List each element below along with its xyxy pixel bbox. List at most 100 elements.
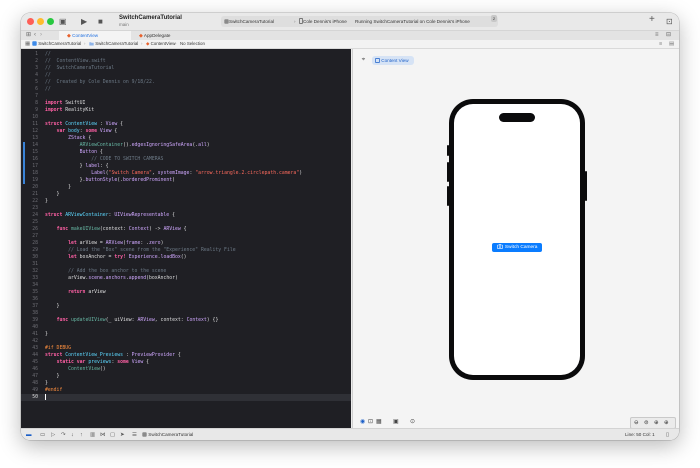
add-editor-icon[interactable]: ⊟	[666, 31, 671, 40]
code-line: 8 import SwiftUI	[35, 101, 86, 106]
code-line: 40	[32, 325, 38, 330]
tab-contentview[interactable]: ◆ ContentView	[59, 31, 131, 40]
canvas-bottom-bar: ◉ ⊡ ▦ ▣ ⊙ ⊖ ⊜ ⊕ ⊕	[353, 417, 679, 429]
project-title: SwitchCameraTutorial	[119, 15, 182, 21]
destination-name[interactable]: Cole Dennis's iPhone	[303, 16, 347, 27]
cursor-position: Line: 50 Col: 1	[625, 432, 655, 437]
split-editor-icon[interactable]: ≡	[655, 31, 659, 40]
step-into-icon[interactable]: ↓	[71, 430, 74, 440]
code-line: 49 #endif	[32, 388, 63, 393]
close-window-button[interactable]	[27, 18, 34, 25]
inspector-icon[interactable]: ▤	[669, 40, 674, 48]
code-line: 27	[32, 234, 38, 239]
swift-file-icon: ◆	[146, 41, 150, 46]
add-icon[interactable]: +	[649, 14, 655, 25]
power-button	[585, 171, 587, 201]
debug-scheme[interactable]: SwitchCameraTutorial	[142, 430, 193, 440]
code-line: 43 #if DEBUG	[32, 346, 71, 351]
code-line: 15 Button {	[21, 149, 351, 156]
branch-name[interactable]: main	[119, 22, 129, 27]
variants-icon[interactable]: ▦	[376, 418, 382, 427]
code-line: 7	[35, 94, 38, 99]
breadcrumb-separator: ›	[84, 41, 86, 46]
selectable-mode-icon[interactable]: ⊡	[368, 418, 373, 427]
code-line: 18 Label("Switch Camera", systemImage: "…	[21, 170, 351, 177]
code-line: 29 // Load the "Box" scene from the "Exp…	[32, 248, 236, 253]
scheme-separator: ›	[294, 19, 296, 24]
code-line: 35 return arView	[32, 290, 106, 295]
app-icon	[142, 431, 147, 437]
breadcrumb-symbol[interactable]: No Selection	[180, 40, 205, 48]
orientation-icon[interactable]: ⊙	[410, 418, 415, 427]
preview-canvas: ⌖ Content View Switch Camera ◉ ⊡ ▦ ▣ ⊙ ⊖…	[352, 49, 679, 429]
toggle-console-icon[interactable]: ▯	[666, 430, 669, 440]
code-line: 14 ARViewContainer().edgesIgnoringSafeAr…	[21, 142, 351, 149]
breakpoints-icon[interactable]: ▭	[40, 430, 45, 440]
scheme-name[interactable]: SwitchCameraTutorial	[229, 16, 274, 27]
breadcrumb-separator: ›	[141, 41, 143, 46]
code-line: 33 arView.scene.anchors.append(boxAnchor…	[32, 276, 178, 281]
tab-label: AppDelegate	[143, 33, 171, 38]
run-button[interactable]: ▶	[81, 16, 87, 27]
code-review-icon[interactable]: ≡	[659, 40, 662, 48]
code-line: 25	[32, 220, 38, 225]
zoom-100-icon[interactable]: ⊕	[654, 418, 659, 428]
current-code-line[interactable]: 50	[21, 394, 351, 401]
code-line: 34	[32, 283, 38, 288]
code-line: 47 }	[32, 374, 60, 379]
memory-graph-icon[interactable]: ⋈	[100, 430, 106, 440]
folder-icon	[89, 41, 94, 45]
zoom-window-button[interactable]	[47, 18, 54, 25]
activity-status-text: Running SwitchCameraTutorial on Cole Den…	[355, 19, 470, 24]
library-icon[interactable]: ⊡	[666, 16, 673, 27]
code-line: 37 }	[32, 304, 60, 309]
code-line: 12 var body: some View {	[32, 129, 118, 134]
breadcrumb-project[interactable]: SwitchCameraTutorial	[32, 40, 81, 48]
sidebar-toggle-icon[interactable]: ▣	[59, 16, 67, 27]
stop-button[interactable]: ■	[98, 16, 103, 27]
code-editor[interactable]: 1// 2// ContentView.swift 3// SwitchCame…	[21, 49, 351, 428]
code-line: 45 static var previews: some View {	[32, 360, 150, 365]
code-line: 36	[32, 297, 38, 302]
live-preview-icon[interactable]: ◉	[360, 418, 365, 427]
swift-file-icon: ◆	[67, 33, 71, 39]
zoom-in-icon[interactable]: ⊕	[664, 418, 669, 428]
project-icon	[32, 40, 37, 46]
back-icon[interactable]: ‹	[34, 31, 36, 40]
related-items-icon[interactable]: ▦	[25, 40, 30, 48]
environment-icon[interactable]: ▢	[110, 430, 115, 440]
threads-icon[interactable]: ☰	[132, 430, 137, 440]
grid-icon[interactable]: ⊞	[26, 31, 31, 40]
debug-area-icon[interactable]: ▬	[26, 430, 32, 440]
code-line: 10	[32, 115, 38, 120]
dynamic-island	[499, 113, 535, 122]
code-line: 46 ContentView()	[32, 367, 106, 372]
minimize-window-button[interactable]	[37, 18, 44, 25]
preview-selector[interactable]: Content View	[372, 56, 414, 65]
zoom-fit-icon[interactable]: ⊜	[644, 418, 649, 428]
breadcrumb-group[interactable]: SwitchCameraTutorial	[89, 40, 138, 48]
forward-icon[interactable]: ›	[40, 31, 42, 40]
code-line: 1//	[35, 52, 51, 57]
zoom-out-icon[interactable]: ⊖	[634, 418, 639, 428]
code-line: 17 } label: {	[21, 163, 351, 170]
code-line: 5// Created by Cole Dennis on 9/18/22.	[35, 80, 155, 85]
continue-icon[interactable]: ▷	[51, 430, 55, 440]
tab-bar: ⊞ ‹ › ◆ ContentView ◆ AppDelegate ≡ ⊟	[21, 30, 679, 40]
step-out-icon[interactable]: ↑	[80, 430, 83, 440]
tab-appdelegate[interactable]: ◆ AppDelegate	[133, 31, 203, 40]
view-hierarchy-icon[interactable]: ▥	[90, 430, 95, 440]
step-over-icon[interactable]: ↷	[61, 430, 66, 440]
breadcrumb-file[interactable]: ◆ ContentView	[146, 40, 175, 48]
code-line: 42	[32, 339, 38, 344]
code-line: 39 func updateUIView(_ uiView: ARView, c…	[32, 318, 219, 323]
switch-camera-button[interactable]: Switch Camera	[492, 243, 542, 252]
phone-screen: Switch Camera	[454, 104, 580, 375]
code-line: 24 struct ARViewContainer: UIViewRepresen…	[32, 213, 175, 218]
code-line: 23	[32, 206, 38, 211]
status-badge[interactable]: 2	[491, 15, 497, 22]
device-settings-icon[interactable]: ▣	[393, 418, 399, 427]
scheme-activity-view[interactable]: SwitchCameraTutorial › Cole Dennis's iPh…	[221, 16, 498, 27]
pin-icon[interactable]: ⌖	[359, 56, 368, 65]
location-icon[interactable]: ➤	[120, 430, 125, 440]
